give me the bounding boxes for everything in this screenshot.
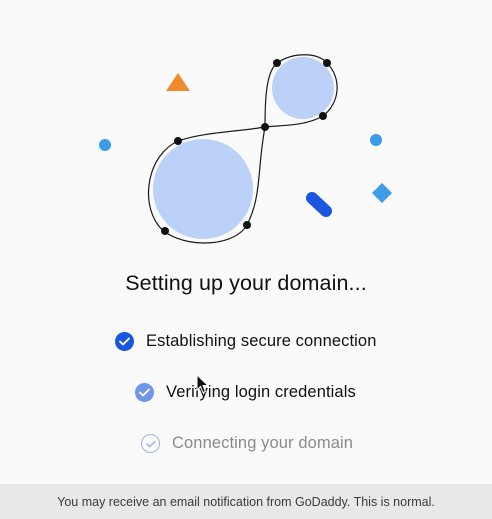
- blue-dot-right: [370, 134, 382, 146]
- loop-node: [161, 227, 169, 235]
- small-circle: [272, 57, 334, 119]
- diamond-shape: [372, 183, 392, 203]
- step-establishing-connection: Establishing secure connection: [115, 332, 376, 351]
- large-circle: [153, 139, 253, 239]
- loop-node: [243, 221, 251, 229]
- check-circle-filled-icon: [115, 332, 134, 351]
- loop-node: [323, 59, 331, 67]
- step-label: Connecting your domain: [172, 434, 354, 452]
- setup-domain-page: Setting up your domain... Establishing s…: [0, 0, 492, 519]
- loop-node: [261, 123, 269, 131]
- loop-node: [174, 137, 182, 145]
- triangle-shape: [166, 73, 190, 91]
- mouse-cursor-icon: [196, 374, 210, 394]
- step-connecting-domain: Connecting your domain: [141, 434, 353, 453]
- footer-notice: You may receive an email notification fr…: [0, 484, 492, 519]
- step-label: Verifying login credentials: [166, 383, 356, 401]
- pill-shape: [306, 192, 332, 217]
- loop-node: [319, 112, 327, 120]
- check-circle-filled-icon: [135, 383, 154, 402]
- check-circle-outline-icon: [141, 434, 160, 453]
- page-title: Setting up your domain...: [125, 271, 367, 295]
- loading-illustration: [99, 54, 392, 244]
- blue-dot-left: [99, 139, 111, 151]
- step-label: Establishing secure connection: [146, 332, 377, 350]
- loop-node: [273, 59, 281, 67]
- footer-text: You may receive an email notification fr…: [57, 494, 435, 509]
- step-verifying-credentials: Verifying login credentials: [135, 383, 356, 402]
